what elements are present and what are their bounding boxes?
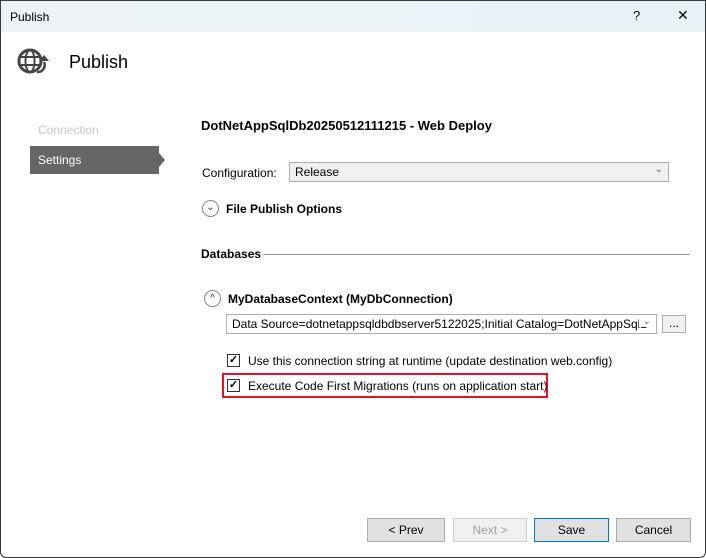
configuration-label: Configuration: (202, 166, 277, 180)
title-bar: Publish ? ✕ (1, 1, 705, 32)
prev-button[interactable]: < Prev (367, 518, 445, 542)
profile-title: DotNetAppSqlDb20250512111215 - Web Deplo… (201, 118, 492, 133)
chevron-down-icon: ⌄ (654, 164, 663, 175)
sidebar-item-settings[interactable]: Settings (30, 146, 159, 174)
db-context-label[interactable]: MyDatabaseContext (MyDbConnection) (228, 292, 453, 306)
configuration-select[interactable]: Release ⌄ (289, 162, 669, 182)
publish-dialog: Publish ? ✕ Publish Connection Settings … (0, 0, 706, 558)
connection-string-combo[interactable]: Data Source=dotnetappsqldbdbserver512202… (226, 314, 657, 334)
sidebar-item-connection[interactable]: Connection (38, 123, 99, 137)
next-button[interactable]: Next > (453, 518, 527, 542)
use-runtime-label: Use this connection string at runtime (u… (248, 354, 613, 368)
migrations-label: Execute Code First Migrations (runs on a… (248, 379, 548, 393)
connection-string-value: Data Source=dotnetappsqldbdbserver512202… (232, 317, 649, 331)
close-button[interactable]: ✕ (677, 7, 689, 24)
save-button[interactable]: Save (534, 518, 609, 542)
chevron-down-icon: ⌄ (638, 316, 651, 327)
page-title: Publish (69, 52, 129, 72)
expand-chevron-icon[interactable]: ⌄ (202, 200, 219, 217)
cancel-button[interactable]: Cancel (616, 518, 691, 542)
divider (263, 254, 690, 255)
browse-button[interactable]: ... (662, 315, 686, 333)
file-publish-options-toggle[interactable]: File Publish Options (226, 202, 342, 216)
help-button[interactable]: ? (633, 8, 640, 23)
sidebar-item-label: Settings (38, 153, 82, 167)
databases-heading: Databases (201, 247, 262, 261)
window-title: Publish (10, 10, 50, 24)
use-runtime-checkbox[interactable]: ✓ (227, 354, 240, 367)
configuration-value: Release (295, 165, 340, 179)
collapse-chevron-icon[interactable]: ^ (204, 290, 221, 307)
selected-arrow-icon (159, 153, 165, 167)
migrations-checkbox[interactable]: ✓ (227, 379, 240, 392)
globe-publish-icon (17, 48, 49, 76)
